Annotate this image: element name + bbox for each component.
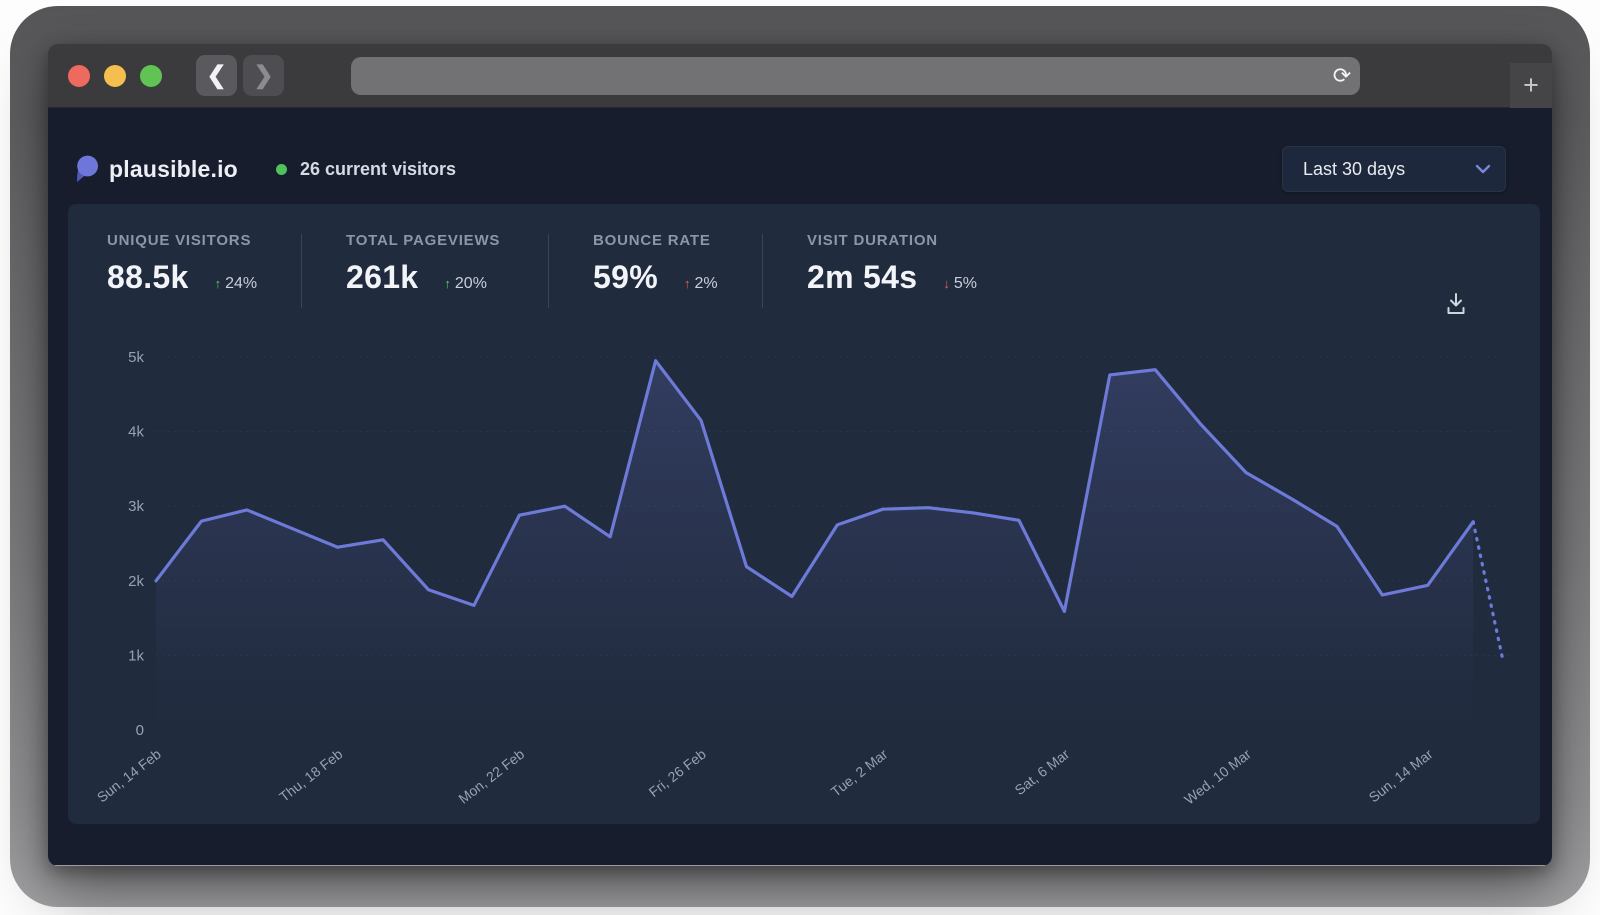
forward-icon: ❯ xyxy=(253,61,273,90)
address-bar[interactable]: ⟳ xyxy=(351,57,1360,95)
forward-button[interactable]: ❯ xyxy=(243,55,284,96)
svg-text:2k: 2k xyxy=(128,573,144,590)
svg-text:Tue, 2 Mar: Tue, 2 Mar xyxy=(828,746,891,800)
close-window-button[interactable] xyxy=(68,65,90,87)
svg-text:Mon, 22 Feb: Mon, 22 Feb xyxy=(455,746,527,807)
window-controls xyxy=(68,65,162,87)
site-title: plausible.io xyxy=(109,156,238,183)
live-dot-icon xyxy=(276,164,287,175)
date-range-value: Last 30 days xyxy=(1303,159,1405,180)
new-tab-button[interactable]: + xyxy=(1510,63,1552,108)
plus-icon: + xyxy=(1523,72,1539,99)
refresh-button[interactable]: ⟳ xyxy=(1324,58,1360,94)
plausible-logo-icon xyxy=(75,155,99,183)
minimize-window-button[interactable] xyxy=(104,65,126,87)
dashboard-page: plausible.io 26 current visitors Last 30… xyxy=(48,108,1552,865)
maximize-window-button[interactable] xyxy=(140,65,162,87)
analytics-card: 0 1k 2k 3k 4k 5k Sun, 14 Feb Thu, 18 Feb Mon, 22… xyxy=(68,204,1540,824)
svg-text:0: 0 xyxy=(136,722,144,739)
current-visitors-label: 26 current visitors xyxy=(300,159,456,180)
date-range-select[interactable]: Last 30 days xyxy=(1282,146,1506,192)
chevron-down-icon xyxy=(1475,164,1491,174)
svg-text:1k: 1k xyxy=(128,647,144,664)
svg-text:5k: 5k xyxy=(128,349,144,366)
refresh-icon: ⟳ xyxy=(1333,63,1351,89)
download-export-button[interactable] xyxy=(1442,290,1470,318)
svg-text:Thu, 18 Feb: Thu, 18 Feb xyxy=(276,746,346,805)
url-input[interactable] xyxy=(351,57,1324,95)
svg-text:4k: 4k xyxy=(128,424,144,441)
browser-window: ❮ ❯ ⟳ + plausible.io 26 current visitors xyxy=(48,44,1552,866)
current-visitors[interactable]: 26 current visitors xyxy=(276,159,456,180)
svg-text:Sat, 6 Mar: Sat, 6 Mar xyxy=(1011,746,1072,799)
back-icon: ❮ xyxy=(206,61,226,90)
svg-text:Sun, 14 Feb: Sun, 14 Feb xyxy=(94,746,164,806)
dashboard-header: plausible.io 26 current visitors Last 30… xyxy=(48,108,1552,204)
browser-toolbar: ❮ ❯ ⟳ + xyxy=(48,44,1552,108)
svg-text:Wed, 10 Mar: Wed, 10 Mar xyxy=(1181,746,1254,808)
back-button[interactable]: ❮ xyxy=(196,55,237,96)
svg-text:Sun, 14 Mar: Sun, 14 Mar xyxy=(1366,746,1436,806)
download-icon xyxy=(1444,291,1468,317)
visitors-line-chart[interactable]: 0 1k 2k 3k 4k 5k Sun, 14 Feb Thu, 18 Feb Mon, 22… xyxy=(68,204,1540,824)
svg-text:Fri, 26 Feb: Fri, 26 Feb xyxy=(646,746,709,800)
svg-text:3k: 3k xyxy=(128,498,144,515)
